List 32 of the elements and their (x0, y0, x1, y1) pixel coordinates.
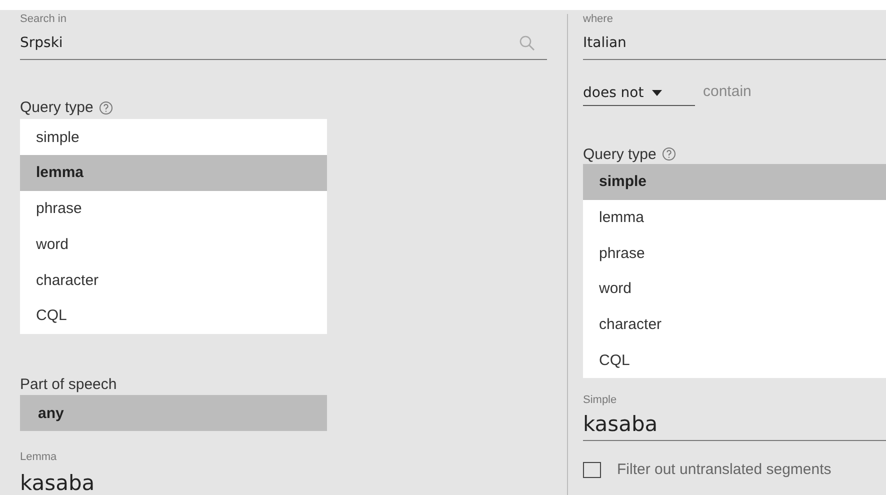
query-type-option[interactable]: simple (20, 119, 327, 156)
section-label: Query type (20, 99, 94, 116)
query-type-option[interactable]: phrase (20, 190, 327, 227)
query-type-option[interactable]: lemma (583, 200, 886, 236)
field-label: Lemma (20, 451, 58, 465)
query-type-option[interactable]: word (20, 226, 327, 262)
caret-icon (652, 90, 662, 96)
query-type-option[interactable]: word (583, 271, 886, 307)
help-icon[interactable] (99, 100, 114, 115)
field-label: Simple (583, 394, 618, 408)
section-label: Part of speech (20, 375, 118, 394)
query-field[interactable]: kasaba (583, 412, 886, 442)
language-field[interactable]: Italian (583, 27, 886, 60)
condition-dropdown[interactable]: does not (583, 85, 695, 106)
query-type-option[interactable]: CQL (20, 298, 327, 334)
search-field[interactable]: Srpski (20, 26, 547, 60)
help-icon[interactable] (662, 147, 676, 161)
field-label: where (583, 13, 614, 27)
search-icon[interactable] (519, 34, 535, 51)
condition-label: contain (703, 83, 752, 102)
query-type-option[interactable]: CQL (583, 342, 886, 378)
section-label: Query type (583, 146, 656, 162)
lemma-field[interactable]: kasaba (20, 471, 547, 495)
query-type-option[interactable]: character (583, 306, 886, 342)
query-type-option[interactable]: simple (583, 164, 886, 200)
checkbox[interactable] (583, 462, 601, 478)
checkbox-label: Filter out untranslated segments (617, 461, 832, 478)
query-type-option[interactable]: phrase (583, 235, 886, 272)
query-type-option[interactable]: lemma (20, 155, 327, 191)
part-of-speech-select[interactable]: any (20, 395, 327, 432)
field-label: Search in (20, 13, 68, 27)
query-type-option[interactable]: character (20, 262, 327, 298)
